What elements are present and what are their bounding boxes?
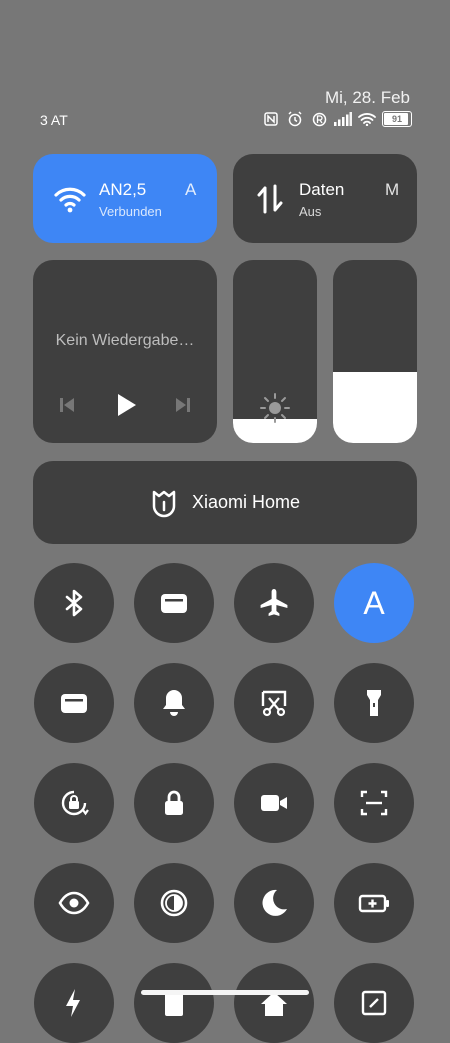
xiaomi-home-label: Xiaomi Home — [191, 492, 301, 512]
battery-saver-toggle[interactable] — [334, 863, 414, 943]
do-not-disturb-toggle[interactable] — [234, 863, 314, 943]
scanner-toggle[interactable] — [334, 763, 414, 843]
auto-brightness-label: A — [363, 584, 385, 621]
sun-icon — [260, 393, 290, 423]
data-title-overflow: M — [385, 180, 400, 199]
row5-toggle-1[interactable] — [34, 963, 114, 1043]
battery-level: 91 — [391, 114, 402, 124]
card-icon — [161, 594, 187, 613]
registered-icon — [310, 110, 328, 128]
previous-icon[interactable] — [57, 395, 77, 415]
wifi-title: AN2,5 — [99, 180, 147, 199]
media-player-tile[interactable]: Kein Wiedergabe… — [33, 260, 217, 443]
brightness-slider[interactable] — [233, 260, 317, 443]
edit-icon — [361, 990, 387, 1016]
airplane-icon — [260, 589, 288, 616]
mobile-data-icon — [257, 184, 283, 214]
nfc-icon — [262, 110, 280, 128]
wallet-toggle[interactable] — [34, 663, 114, 743]
moon-icon — [262, 889, 287, 916]
next-icon[interactable] — [173, 395, 193, 415]
bluetooth-icon — [65, 589, 83, 617]
lock-screen-toggle[interactable] — [134, 763, 214, 843]
mobile-data-tile[interactable]: Daten M Aus — [233, 154, 417, 243]
data-status: Aus — [299, 204, 322, 219]
xiaomi-home-tile[interactable]: Xiaomi Home — [33, 461, 417, 544]
rotation-lock-icon — [61, 790, 89, 816]
flash-icon — [66, 989, 80, 1017]
home-indicator[interactable] — [141, 990, 309, 995]
flashlight-toggle[interactable] — [334, 663, 414, 743]
status-icons: 91 — [262, 110, 412, 128]
card-toggle[interactable] — [134, 563, 214, 643]
contrast-icon — [160, 889, 188, 917]
battery-plus-icon — [358, 894, 389, 913]
scan-icon — [360, 790, 388, 816]
wifi-icon — [358, 110, 376, 128]
status-date: Mi, 28. Feb — [324, 88, 410, 107]
lock-icon — [165, 790, 183, 815]
screen-recorder-toggle[interactable] — [234, 763, 314, 843]
screenshot-toggle[interactable] — [234, 663, 314, 743]
media-label: Kein Wiedergabe… — [55, 332, 195, 349]
wifi-tile[interactable]: AN2,5 A Verbunden — [33, 154, 217, 243]
row5-toggle-4[interactable] — [334, 963, 414, 1043]
play-icon[interactable] — [112, 392, 138, 418]
wifi-status: Verbunden — [99, 204, 162, 219]
volume-slider[interactable] — [333, 260, 417, 443]
alarm-icon — [286, 110, 304, 128]
carrier-label: 3 AT — [40, 112, 68, 128]
bluetooth-toggle[interactable] — [34, 563, 114, 643]
data-title: Daten — [299, 180, 345, 199]
row5-toggle-3[interactable] — [234, 963, 314, 1043]
dark-mode-toggle[interactable] — [134, 863, 214, 943]
scissors-icon — [261, 690, 287, 717]
battery-icon: 91 — [382, 111, 412, 127]
bell-icon — [163, 690, 185, 716]
reading-mode-toggle[interactable] — [34, 863, 114, 943]
auto-brightness-toggle[interactable]: A — [334, 563, 414, 643]
wifi-icon — [54, 187, 86, 213]
signal-icon — [334, 110, 352, 128]
flashlight-icon — [367, 690, 381, 716]
video-camera-icon — [261, 795, 287, 811]
wifi-title-overflow: A — [185, 180, 197, 199]
volume-fill — [333, 371, 417, 443]
row5-toggle-2[interactable] — [134, 963, 214, 1043]
rotation-lock-toggle[interactable] — [34, 763, 114, 843]
sound-toggle[interactable] — [134, 663, 214, 743]
wallet-icon — [61, 694, 87, 713]
xiaomi-home-icon — [152, 490, 176, 517]
airplane-toggle[interactable] — [234, 563, 314, 643]
eye-icon — [58, 891, 90, 915]
